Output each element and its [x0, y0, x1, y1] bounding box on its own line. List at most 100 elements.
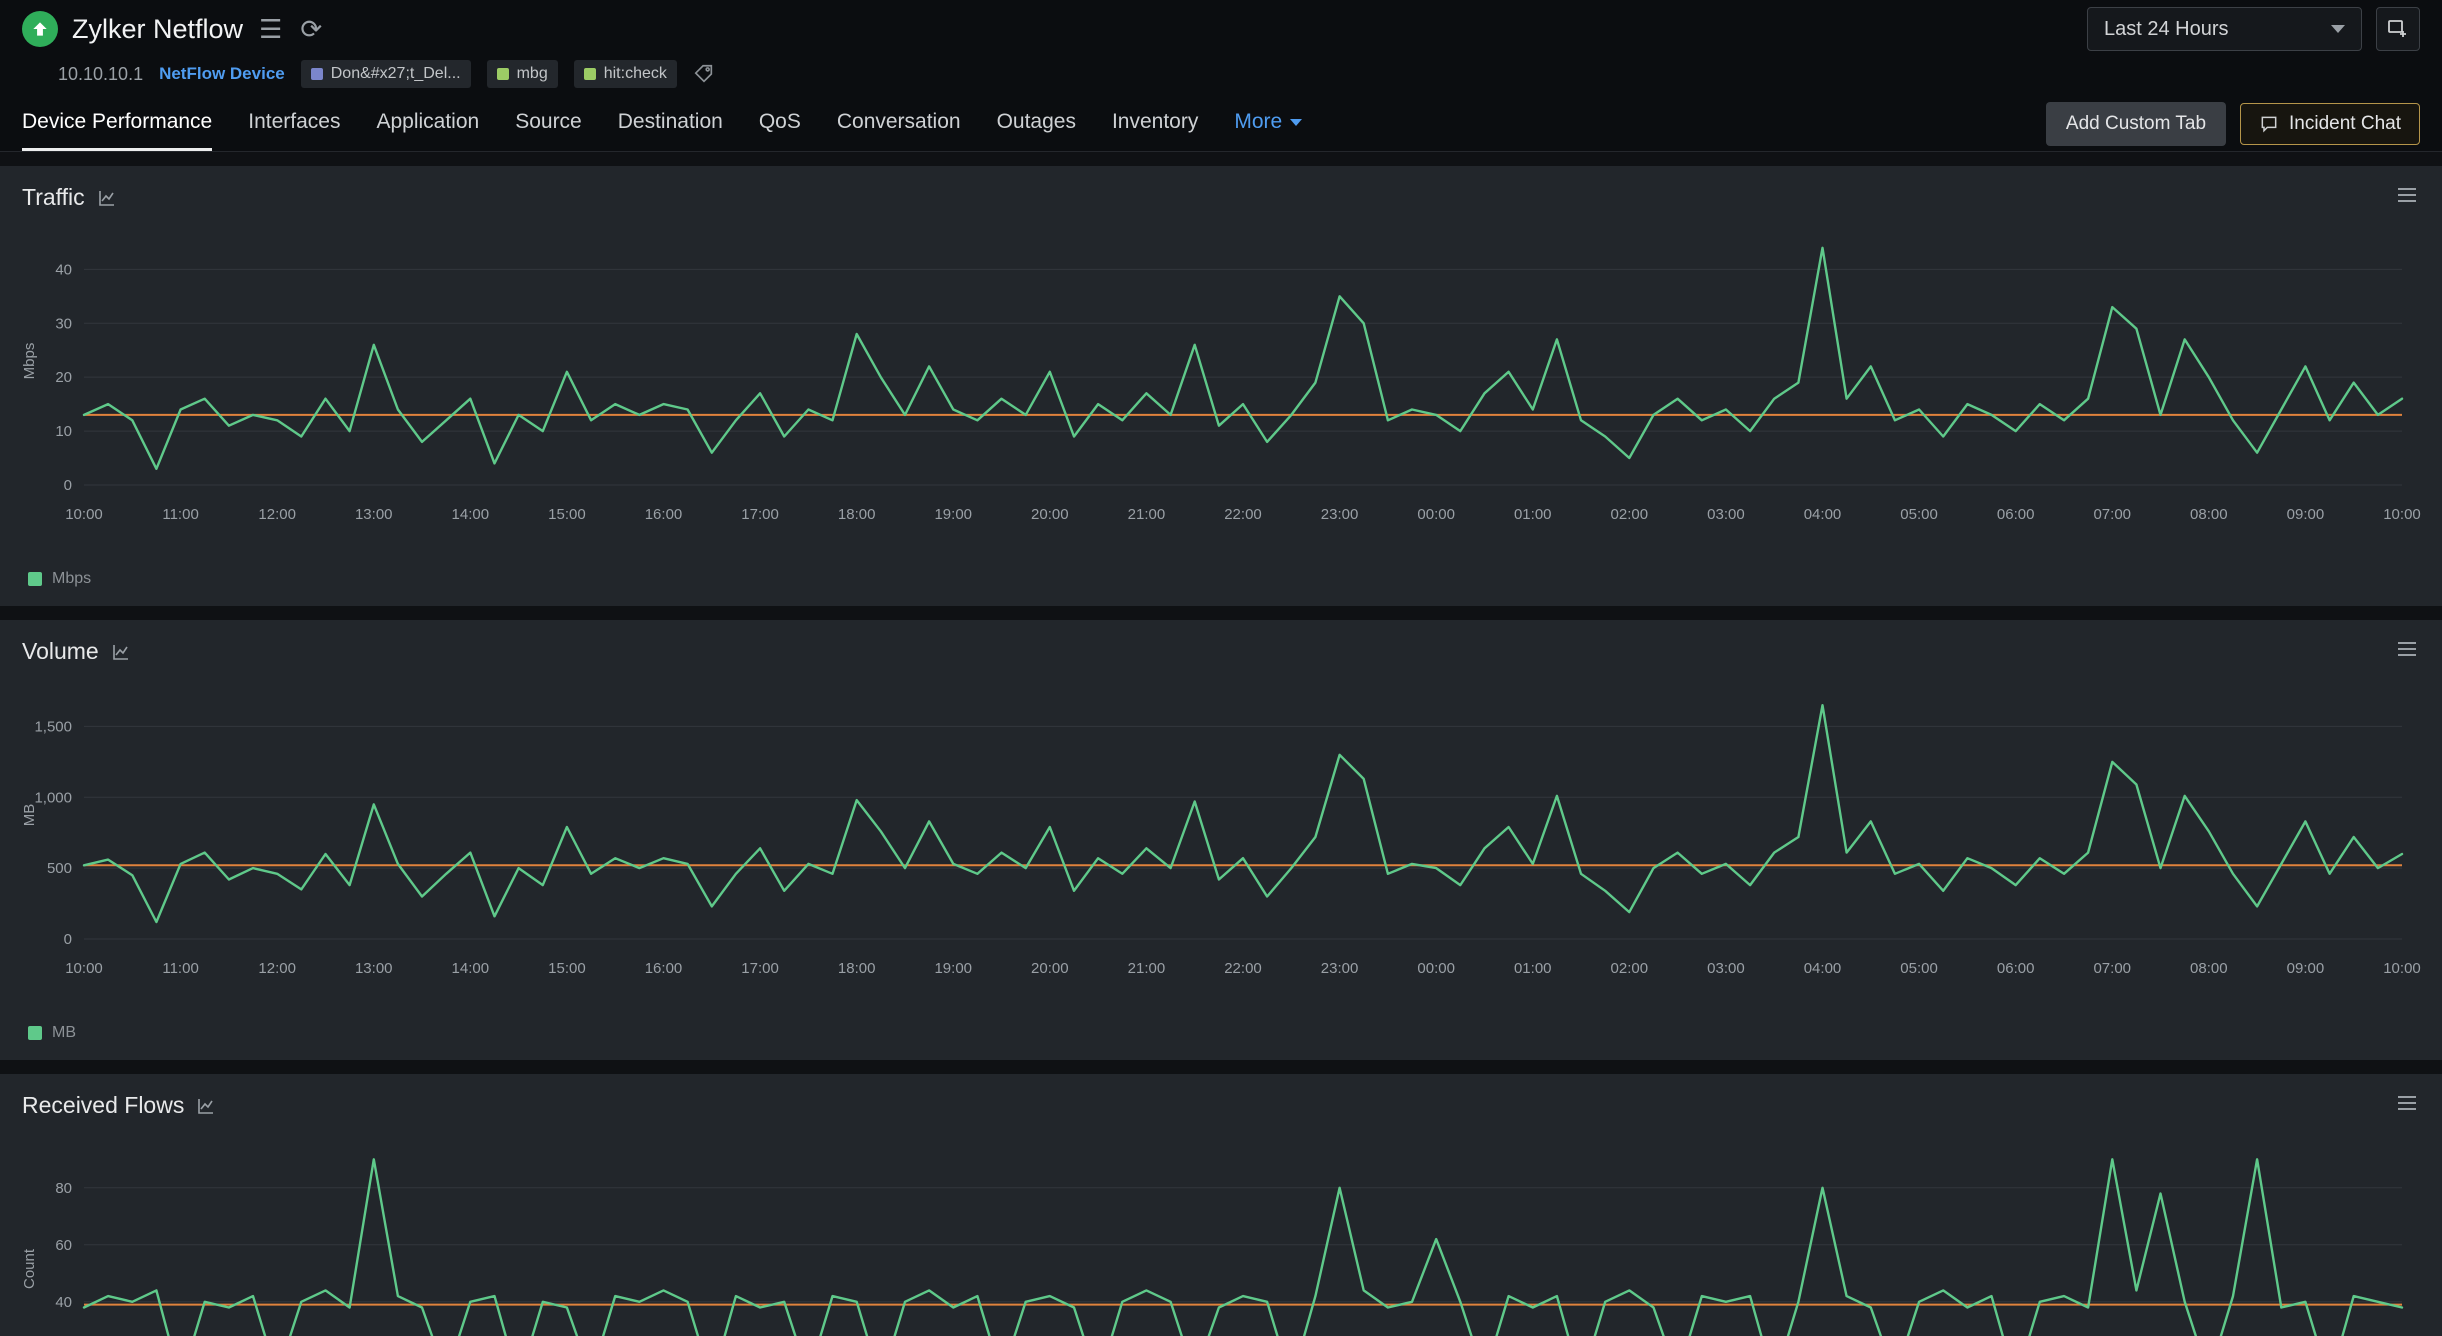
tag-color-swatch [497, 68, 509, 80]
chart-icon[interactable] [111, 642, 131, 662]
traffic-chart[interactable]: 010203040Mbps10:0011:0012:0013:0014:0015… [0, 221, 2442, 566]
tag-color-swatch [584, 68, 596, 80]
svg-text:17:00: 17:00 [741, 506, 779, 523]
tab-application[interactable]: Application [376, 96, 479, 151]
svg-text:10: 10 [55, 423, 72, 440]
svg-text:0: 0 [64, 477, 72, 494]
svg-text:13:00: 13:00 [355, 960, 393, 977]
svg-text:30: 30 [55, 315, 72, 332]
panel-menu-icon[interactable] [2396, 1094, 2418, 1117]
chat-bubble-icon [2259, 114, 2279, 134]
chart-icon[interactable] [97, 188, 117, 208]
device-subheader: 10.10.10.1 NetFlow Device Don&#x27;t_Del… [0, 58, 2442, 96]
svg-text:10:00: 10:00 [2383, 506, 2421, 523]
svg-text:19:00: 19:00 [934, 506, 972, 523]
svg-text:08:00: 08:00 [2190, 960, 2228, 977]
svg-text:22:00: 22:00 [1224, 506, 1262, 523]
dashboard-body: Traffic 010203040Mbps10:0011:0012:0013:0… [0, 152, 2442, 1336]
new-window-icon [2386, 17, 2410, 41]
device-status-up-icon [22, 11, 58, 47]
device-ip: 10.10.10.1 [58, 64, 143, 85]
tab-inventory[interactable]: Inventory [1112, 96, 1198, 151]
panel-title: Traffic [22, 184, 85, 211]
refresh-icon[interactable]: ⟳ [300, 16, 322, 42]
svg-text:14:00: 14:00 [452, 506, 490, 523]
svg-text:00:00: 00:00 [1417, 960, 1455, 977]
volume-chart[interactable]: 05001,0001,500MB10:0011:0012:0013:0014:0… [0, 675, 2442, 1020]
volume-panel: Volume 05001,0001,500MB10:0011:0012:0013… [0, 620, 2442, 1060]
tag-label: mbg [517, 65, 548, 83]
svg-text:14:00: 14:00 [452, 960, 490, 977]
svg-text:08:00: 08:00 [2190, 506, 2228, 523]
svg-text:05:00: 05:00 [1900, 960, 1938, 977]
svg-text:Count: Count [21, 1248, 38, 1289]
page-title: Zylker Netflow [72, 14, 243, 45]
tab-interfaces[interactable]: Interfaces [248, 96, 340, 151]
panel-title: Volume [22, 638, 99, 665]
svg-text:02:00: 02:00 [1611, 506, 1649, 523]
add-custom-tab-button[interactable]: Add Custom Tab [2046, 102, 2226, 146]
tag-icon[interactable] [693, 63, 715, 85]
svg-text:20:00: 20:00 [1031, 960, 1069, 977]
svg-text:15:00: 15:00 [548, 960, 586, 977]
device-type-link[interactable]: NetFlow Device [159, 64, 285, 84]
tag-chip[interactable]: hit:check [574, 60, 677, 88]
tab-device-performance[interactable]: Device Performance [22, 96, 212, 151]
svg-text:03:00: 03:00 [1707, 506, 1745, 523]
received-flows-chart[interactable]: 20406080Count10:0011:0012:0013:0014:0015… [0, 1129, 2442, 1336]
chevron-down-icon [1290, 119, 1302, 126]
svg-text:40: 40 [55, 261, 72, 278]
tab-more[interactable]: More [1234, 96, 1302, 151]
tab-conversation[interactable]: Conversation [837, 96, 961, 151]
hamburger-menu-icon[interactable]: ☰ [259, 16, 282, 42]
svg-text:10:00: 10:00 [65, 960, 103, 977]
svg-text:16:00: 16:00 [645, 506, 683, 523]
new-window-button[interactable] [2376, 7, 2420, 51]
svg-text:02:00: 02:00 [1611, 960, 1649, 977]
svg-text:40: 40 [55, 1294, 72, 1311]
svg-text:05:00: 05:00 [1900, 506, 1938, 523]
tab-outages[interactable]: Outages [997, 96, 1076, 151]
incident-chat-label: Incident Chat [2289, 113, 2401, 135]
svg-text:19:00: 19:00 [934, 960, 972, 977]
svg-text:Mbps: Mbps [21, 343, 38, 380]
svg-text:18:00: 18:00 [838, 960, 876, 977]
svg-text:18:00: 18:00 [838, 506, 876, 523]
svg-text:07:00: 07:00 [2093, 960, 2131, 977]
svg-text:60: 60 [55, 1237, 72, 1254]
tag-chip[interactable]: Don&#x27;t_Del... [301, 60, 471, 88]
svg-text:04:00: 04:00 [1804, 960, 1842, 977]
svg-text:10:00: 10:00 [2383, 960, 2421, 977]
svg-text:17:00: 17:00 [741, 960, 779, 977]
app-header: Zylker Netflow ☰ ⟳ Last 24 Hours [0, 0, 2442, 58]
svg-text:09:00: 09:00 [2287, 960, 2325, 977]
tag-label: hit:check [604, 65, 667, 83]
tab-source[interactable]: Source [515, 96, 582, 151]
svg-text:0: 0 [64, 931, 72, 948]
svg-text:15:00: 15:00 [548, 506, 586, 523]
panel-menu-icon[interactable] [2396, 640, 2418, 663]
tab-qos[interactable]: QoS [759, 96, 801, 151]
tag-chip[interactable]: mbg [487, 60, 558, 88]
legend-label: MB [52, 1024, 76, 1042]
svg-text:80: 80 [55, 1180, 72, 1197]
panel-title: Received Flows [22, 1092, 184, 1119]
svg-text:22:00: 22:00 [1224, 960, 1262, 977]
chevron-down-icon [2331, 25, 2345, 33]
svg-text:23:00: 23:00 [1321, 960, 1359, 977]
tab-destination[interactable]: Destination [618, 96, 723, 151]
chart-icon[interactable] [196, 1096, 216, 1116]
legend-label: Mbps [52, 570, 91, 588]
incident-chat-button[interactable]: Incident Chat [2240, 103, 2420, 145]
time-range-select[interactable]: Last 24 Hours [2087, 7, 2362, 51]
chart-legend: MB [0, 1020, 2442, 1056]
svg-text:11:00: 11:00 [162, 960, 198, 977]
svg-text:06:00: 06:00 [1997, 506, 2035, 523]
svg-text:01:00: 01:00 [1514, 960, 1552, 977]
tab-more-label: More [1234, 110, 1282, 134]
traffic-panel: Traffic 010203040Mbps10:0011:0012:0013:0… [0, 166, 2442, 606]
panel-menu-icon[interactable] [2396, 186, 2418, 209]
tab-bar: Device Performance Interfaces Applicatio… [0, 96, 2442, 152]
chart-legend: Mbps [0, 566, 2442, 602]
svg-text:500: 500 [47, 860, 72, 877]
